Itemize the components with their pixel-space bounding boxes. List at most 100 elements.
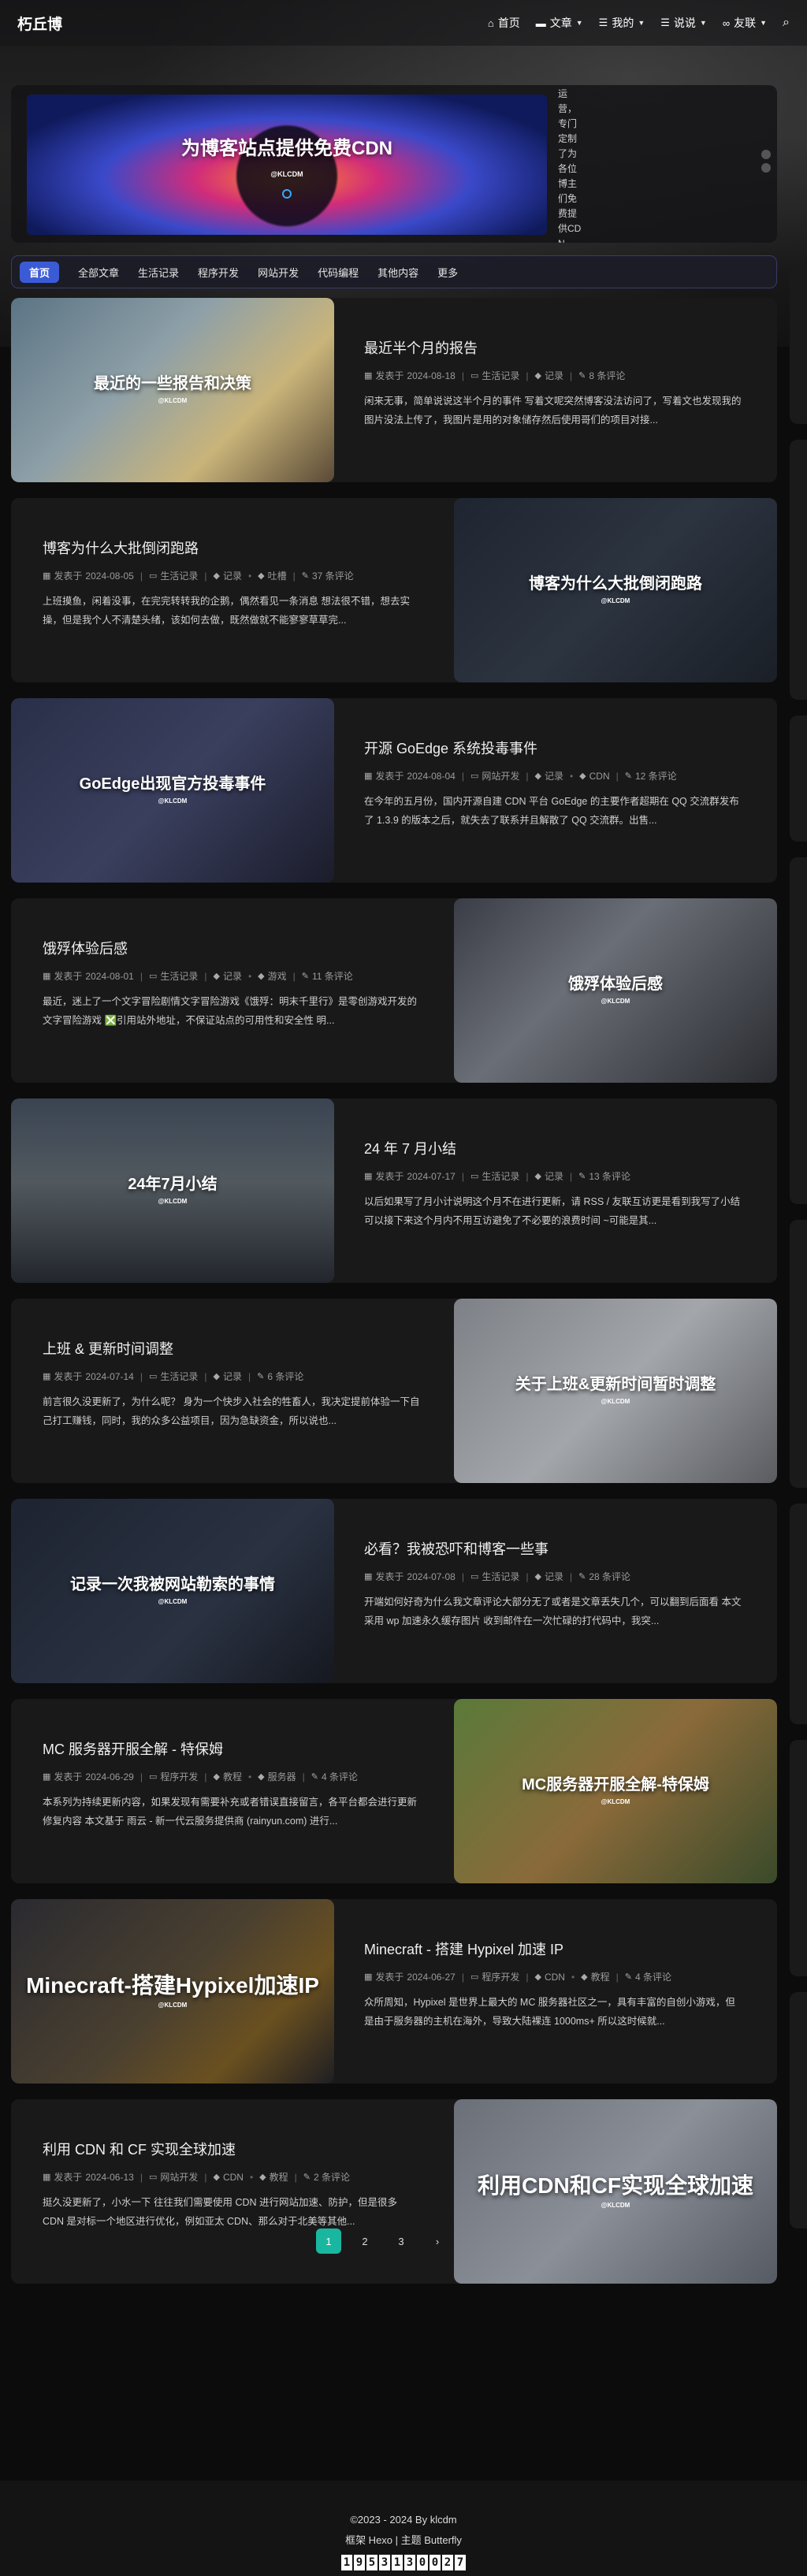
post-category[interactable]: 程序开发 <box>482 1970 519 1983</box>
post-category[interactable]: 生活记录 <box>482 1169 519 1183</box>
post-comments[interactable]: 8 条评论 <box>589 369 625 382</box>
post-cover[interactable]: GoEdge出现官方投毒事件 @KLCDM <box>11 698 334 883</box>
post-tag[interactable]: 游戏 <box>268 969 287 983</box>
category-tab[interactable]: 更多 <box>437 265 458 280</box>
post-cover[interactable]: Minecraft-搭建Hypixel加速IP @KLCDM <box>11 1899 334 2083</box>
post-tag[interactable]: 记录 <box>223 969 242 983</box>
category-tab[interactable]: 生活记录 <box>138 265 179 280</box>
category-tab[interactable]: 首页 <box>20 261 60 283</box>
post-tag[interactable]: 教程 <box>223 1770 242 1783</box>
post-tag[interactable]: 吐槽 <box>268 569 287 582</box>
post-tag[interactable]: CDN <box>223 2172 244 2183</box>
post-comments[interactable]: 2 条评论 <box>314 2170 350 2184</box>
category-tab[interactable]: 网站开发 <box>258 265 299 280</box>
separator: | <box>569 370 573 381</box>
post-tag[interactable]: 教程 <box>270 2170 288 2184</box>
page-number[interactable]: 3 <box>389 2228 414 2254</box>
post-cover[interactable]: 博客为什么大批倒闭跑路 @KLCDM <box>454 498 777 682</box>
post-comments[interactable]: 6 条评论 <box>267 1370 303 1383</box>
post-comments[interactable]: 37 条评论 <box>312 569 354 582</box>
comment-icon: ✎ <box>303 2173 311 2182</box>
menu-item[interactable]: ☰ 我的 ▼ <box>599 15 645 31</box>
post-tag[interactable]: 记录 <box>545 369 563 382</box>
post-title[interactable]: Minecraft - 搭建 Hypixel 加速 IP <box>364 1939 774 1959</box>
post-cover[interactable]: 最近的一些报告和决策 @KLCDM <box>11 298 334 482</box>
tag-icon: ◆ <box>579 771 586 781</box>
next-page-button[interactable]: › <box>425 2228 450 2254</box>
comment-icon: ✎ <box>578 1572 586 1582</box>
post-title[interactable]: 开源 GoEdge 系统投毒事件 <box>364 738 774 758</box>
post-title[interactable]: 饿殍体验后感 <box>43 938 452 958</box>
post-tag[interactable]: 记录 <box>545 769 563 782</box>
post-tag[interactable]: CDN <box>589 771 610 782</box>
post-info: Minecraft - 搭建 Hypixel 加速 IP ▦ 发表于 2024-… <box>364 1899 774 2083</box>
page-number[interactable]: 2 <box>352 2228 377 2254</box>
post-title[interactable]: 必看？我被恐吓和博客一些事 <box>364 1538 774 1559</box>
menu-item[interactable]: ∞ 友联 ▼ <box>723 15 767 31</box>
post-title[interactable]: 最近半个月的报告 <box>364 337 774 358</box>
folder-icon: ▭ <box>148 1372 158 1381</box>
category-tab[interactable]: 全部文章 <box>78 265 119 280</box>
post-category[interactable]: 生活记录 <box>160 969 198 983</box>
post-tag[interactable]: 记录 <box>545 1169 563 1183</box>
category-tab[interactable]: 程序开发 <box>198 265 239 280</box>
page-number[interactable]: 1 <box>316 2228 341 2254</box>
post-meta: ▦ 发表于 2024-07-14 | ▭ 生活记录 | ◆ 记录 | ✎ 6 条评… <box>43 1370 452 1383</box>
category-tab[interactable]: 代码编程 <box>318 265 359 280</box>
separator: | <box>526 1971 529 1983</box>
post-tag[interactable]: 教程 <box>591 1970 610 1983</box>
post-comments[interactable]: 4 条评论 <box>322 1770 358 1783</box>
post-date: 2024-08-05 <box>85 570 134 582</box>
post-category[interactable]: 生活记录 <box>160 569 198 582</box>
post-cover[interactable]: MC服务器开服全解-特保姆 @KLCDM <box>454 1699 777 1883</box>
post-cover[interactable]: 饿殍体验后感 @KLCDM <box>454 898 777 1083</box>
post-comments[interactable]: 28 条评论 <box>589 1570 630 1583</box>
post-tag[interactable]: 记录 <box>223 1370 242 1383</box>
post-tag[interactable]: CDN <box>545 1972 565 1983</box>
cover-title: Minecraft-搭建Hypixel加速IP <box>26 1973 319 1998</box>
menu-item-label: 首页 <box>497 17 520 29</box>
post-category[interactable]: 网站开发 <box>482 769 519 782</box>
post-comments[interactable]: 4 条评论 <box>635 1970 671 1983</box>
post-category[interactable]: 程序开发 <box>160 1770 198 1783</box>
search-icon[interactable]: ⌕ <box>783 16 790 30</box>
folder-icon: ▭ <box>470 771 479 781</box>
sidebar-card <box>790 266 807 424</box>
post-comments[interactable]: 13 条评论 <box>589 1169 630 1183</box>
menu-item[interactable]: ☰ 说说 ▼ <box>660 15 707 31</box>
banner-dot[interactable] <box>761 150 771 159</box>
copyright: ©2023 - 2024 By klcdm <box>350 2514 457 2526</box>
post-title[interactable]: MC 服务器开服全解 - 特保姆 <box>43 1738 452 1759</box>
post-comments[interactable]: 12 条评论 <box>635 769 677 782</box>
category-tab[interactable]: 其他内容 <box>377 265 418 280</box>
post-title[interactable]: 利用 CDN 和 CF 实现全球加速 <box>43 2139 452 2159</box>
site-name[interactable]: 朽丘博 <box>17 13 62 34</box>
banner-dot[interactable] <box>761 163 771 173</box>
post-category[interactable]: 网站开发 <box>160 2170 198 2184</box>
banner-slide[interactable]: 为博客站点提供免费CDN @KLCDM <box>27 95 547 235</box>
post-title[interactable]: 博客为什么大批倒闭跑路 <box>43 537 452 558</box>
post-cover[interactable]: 利用CDN和CF实现全球加速 @KLCDM <box>454 2099 777 2284</box>
featured-banner[interactable]: 为博客站点提供免费CDN @KLCDM 运营，专门定制了为各位博主们免费提供CD… <box>11 85 777 243</box>
post-tag[interactable]: 记录 <box>545 1570 563 1583</box>
post-cover[interactable]: 关于上班&更新时间暂时调整 @KLCDM <box>454 1299 777 1483</box>
counter-digit: 3 <box>404 2555 415 2570</box>
post-category[interactable]: 生活记录 <box>482 1570 519 1583</box>
menu-item[interactable]: ⌂ 首页 <box>488 15 520 31</box>
post-category[interactable]: 生活记录 <box>160 1370 198 1383</box>
posted-label: 发表于 <box>54 1771 83 1782</box>
post-cover[interactable]: 记录一次我被网站勒索的事情 @KLCDM <box>11 1499 334 1683</box>
menu-item[interactable]: ▬ 文章 ▼ <box>536 15 583 31</box>
post-card: 24年7月小结 @KLCDM 24 年 7 月小结 ▦ 发表于 2024-07-… <box>11 1098 777 1283</box>
post-category[interactable]: 生活记录 <box>482 369 519 382</box>
post-comments[interactable]: 11 条评论 <box>312 969 353 983</box>
post-tag[interactable]: 服务器 <box>268 1770 296 1783</box>
post-cover[interactable]: 24年7月小结 @KLCDM <box>11 1098 334 1283</box>
post-title[interactable]: 24 年 7 月小结 <box>364 1138 774 1158</box>
post-title[interactable]: 上班 & 更新时间调整 <box>43 1338 452 1359</box>
post-tag[interactable]: 记录 <box>223 569 242 582</box>
post-card: MC服务器开服全解-特保姆 @KLCDM MC 服务器开服全解 - 特保姆 ▦ … <box>11 1699 777 1883</box>
cover-watermark: @KLCDM <box>158 397 188 404</box>
banner-logo-icon <box>282 189 292 199</box>
post-card: 博客为什么大批倒闭跑路 @KLCDM 博客为什么大批倒闭跑路 ▦ 发表于 202… <box>11 498 777 682</box>
